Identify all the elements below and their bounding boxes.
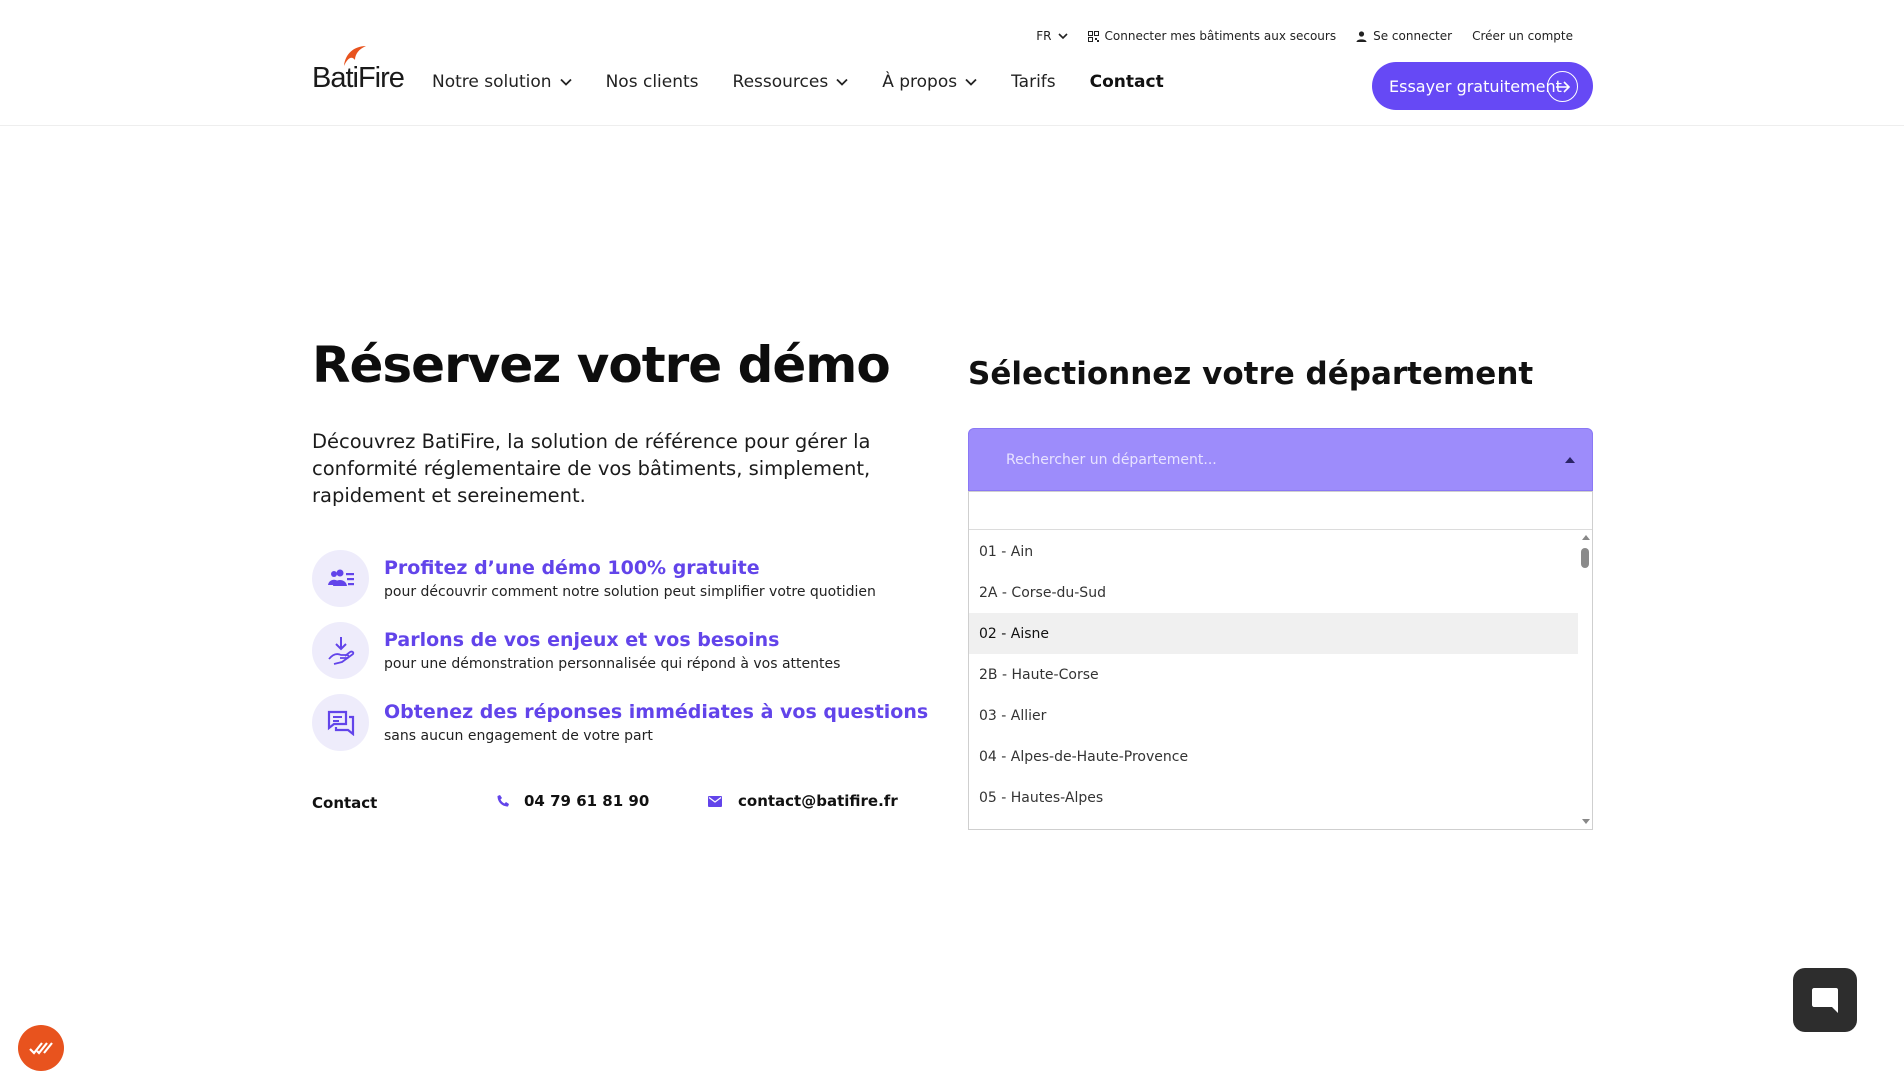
main-nav: Notre solution Nos clients Ressources À …	[432, 72, 1198, 92]
try-free-button[interactable]: Essayer gratuitement	[1372, 62, 1593, 110]
page-title: Réservez votre démo	[312, 336, 891, 394]
chevron-down-icon	[965, 78, 977, 86]
chat-bubbles-icon	[312, 694, 369, 751]
chat-bubble-icon	[1812, 988, 1838, 1013]
department-option[interactable]: 04 - Alpes-de-Haute-Provence	[969, 736, 1578, 777]
department-select[interactable]: Rechercher un département...	[968, 428, 1593, 491]
signup-label: Créer un compte	[1472, 29, 1573, 43]
department-options: 01 - Ain 2A - Corse-du-Sud 02 - Aisne 2B…	[969, 531, 1578, 829]
department-option[interactable]: 01 - Ain	[969, 531, 1578, 572]
nav-notre-solution[interactable]: Notre solution	[432, 72, 572, 92]
scroll-up-arrow-icon[interactable]	[1582, 535, 1590, 540]
dropdown-scrollbar[interactable]	[1578, 531, 1592, 829]
department-search-input[interactable]	[969, 492, 1592, 530]
department-option[interactable]: 2B - Haute-Corse	[969, 654, 1578, 695]
phone-icon	[497, 795, 509, 807]
language-label: FR	[1036, 29, 1052, 43]
connect-buildings-label: Connecter mes bâtiments aux secours	[1104, 29, 1337, 43]
mail-icon	[708, 795, 722, 807]
hero-description: Découvrez BatiFire, la solution de référ…	[312, 430, 871, 507]
feature-subtitle: sans aucun engagement de votre part	[384, 728, 653, 744]
contact-label: Contact	[312, 794, 378, 812]
user-icon	[1356, 30, 1367, 42]
email-address: contact@batifire.fr	[738, 792, 898, 810]
signup-link[interactable]: Créer un compte	[1472, 29, 1573, 43]
department-select-placeholder: Rechercher un département...	[1006, 452, 1217, 468]
chevron-down-icon	[836, 78, 848, 86]
site-header: FR Connecter mes bâtiments aux secours S…	[0, 0, 1904, 126]
try-free-label: Essayer gratuitement	[1389, 76, 1562, 96]
chevron-down-icon	[559, 78, 572, 86]
department-dropdown: 01 - Ain 2A - Corse-du-Sud 02 - Aisne 2B…	[968, 491, 1593, 830]
nav-label: Notre solution	[432, 72, 552, 92]
department-title: Sélectionnez votre département	[968, 356, 1534, 392]
caret-up-icon	[1565, 457, 1575, 463]
qr-code-icon	[1087, 30, 1099, 42]
connect-buildings-link[interactable]: Connecter mes bâtiments aux secours	[1087, 29, 1337, 43]
hand-download-icon	[312, 622, 369, 679]
nav-tarifs[interactable]: Tarifs	[1011, 72, 1056, 92]
nav-nos-clients[interactable]: Nos clients	[606, 72, 699, 92]
nav-label: Nos clients	[605, 72, 699, 92]
feature-subtitle: pour une démonstration personnalisée qui…	[384, 656, 841, 672]
scrollbar-thumb[interactable]	[1581, 548, 1589, 568]
feature-subtitle: pour découvrir comment notre solution pe…	[384, 584, 876, 600]
email-link[interactable]: contact@batifire.fr	[708, 792, 898, 810]
phone-link[interactable]: 04 79 61 81 90	[496, 792, 649, 810]
nav-label: Tarifs	[1011, 72, 1056, 92]
nav-contact[interactable]: Contact	[1090, 72, 1164, 92]
chat-widget-button[interactable]	[1793, 968, 1857, 1032]
department-option[interactable]: 2A - Corse-du-Sud	[969, 572, 1578, 613]
nav-ressources[interactable]: Ressources	[733, 72, 849, 92]
feature-title: Obtenez des réponses immédiates à vos qu…	[384, 701, 929, 723]
nav-label: Contact	[1089, 72, 1164, 92]
nav-label: À propos	[882, 72, 958, 92]
batifire-logo[interactable]: BatiFire	[312, 44, 405, 94]
nav-a-propos[interactable]: À propos	[882, 72, 977, 92]
language-selector[interactable]: FR	[1036, 29, 1068, 43]
login-label: Se connecter	[1373, 29, 1453, 43]
logo-text: BatiFire	[312, 62, 405, 94]
nav-label: Ressources	[732, 72, 829, 92]
check-marks-icon	[29, 1042, 53, 1055]
cookie-consent-button[interactable]	[18, 1025, 64, 1071]
feature-title: Parlons de vos enjeux et vos besoins	[384, 629, 780, 651]
arrow-right-icon	[1547, 71, 1578, 102]
users-list-icon	[312, 550, 369, 607]
login-link[interactable]: Se connecter	[1356, 29, 1452, 43]
department-option[interactable]: 03 - Allier	[969, 695, 1578, 736]
chevron-down-icon	[1057, 33, 1068, 40]
contact-row: Contact 04 79 61 81 90 contact@batifire.…	[312, 792, 898, 816]
scroll-down-arrow-icon[interactable]	[1582, 819, 1590, 824]
phone-number: 04 79 61 81 90	[524, 792, 650, 810]
department-option[interactable]: 05 - Hautes-Alpes	[969, 777, 1578, 818]
feature-title: Profitez d’une démo 100% gratuite	[384, 557, 760, 579]
top-bar: FR Connecter mes bâtiments aux secours S…	[1036, 26, 1573, 46]
department-option-highlighted[interactable]: 02 - Aisne	[969, 613, 1578, 654]
